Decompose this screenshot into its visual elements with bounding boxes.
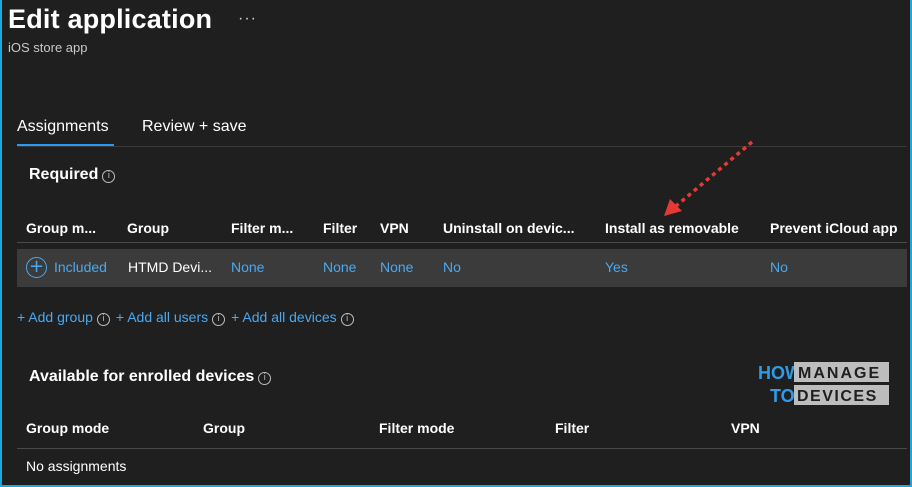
logo-text-to: TO <box>770 386 795 406</box>
cell-filter-mode[interactable]: None <box>231 259 291 275</box>
column-header-uninstall-on-device[interactable]: Uninstall on devic... <box>443 220 588 236</box>
column-header-group[interactable]: Group <box>127 220 207 236</box>
column-header-filter[interactable]: Filter <box>323 220 373 236</box>
column-header-group[interactable]: Group <box>203 420 353 436</box>
add-all-users-link[interactable]: + Add all users <box>116 309 208 325</box>
column-header-vpn[interactable]: VPN <box>731 420 881 436</box>
page-title: Edit application <box>8 4 213 34</box>
cell-group-mode[interactable]: Included <box>54 259 120 275</box>
add-all-devices-link[interactable]: + Add all devices <box>231 309 336 325</box>
cell-uninstall[interactable]: No <box>443 259 493 275</box>
cell-install-removable[interactable]: Yes <box>605 259 655 275</box>
info-icon[interactable]: i <box>102 170 116 183</box>
column-header-filter-mode[interactable]: Filter mode <box>379 420 529 436</box>
info-icon[interactable]: i <box>258 372 272 385</box>
available-section-title: Available for enrolled devices i <box>29 368 272 386</box>
column-header-filter-mode[interactable]: Filter m... <box>231 220 311 236</box>
cell-prevent-icloud[interactable]: No <box>770 259 820 275</box>
column-header-install-as-removable[interactable]: Install as removable <box>605 220 755 236</box>
available-title-text: Available for enrolled devices <box>29 368 255 385</box>
plus-circle-icon: + <box>26 257 47 278</box>
tab-review-save[interactable]: Review + save <box>142 118 247 136</box>
table-row[interactable]: + Included HTMD Devi... None None None N… <box>17 249 907 287</box>
cell-group: HTMD Devi... <box>128 259 212 275</box>
cell-vpn[interactable]: None <box>380 259 430 275</box>
ellipsis-icon[interactable]: ··· <box>238 10 257 28</box>
logo-text-manage: MANAGE <box>798 365 881 382</box>
required-section-title: Required i <box>29 166 116 184</box>
arrow-line <box>674 140 754 208</box>
column-header-group-mode[interactable]: Group mode <box>26 420 176 436</box>
how-to-manage-devices-logo: HOW MANAGE TO DEVICES <box>758 362 889 406</box>
logo-text-devices: DEVICES <box>797 388 878 405</box>
add-group-link[interactable]: + Add group <box>17 309 93 325</box>
annotation-arrow <box>664 140 754 216</box>
arrow-head <box>664 199 682 216</box>
header-divider <box>17 448 907 449</box>
header-divider <box>17 242 907 243</box>
empty-state-text: No assignments <box>26 458 127 474</box>
info-icon[interactable]: i <box>212 313 226 326</box>
screenshot-frame <box>0 0 912 487</box>
column-header-prevent-icloud[interactable]: Prevent iCloud app <box>770 220 907 236</box>
column-header-vpn[interactable]: VPN <box>380 220 430 236</box>
info-icon[interactable]: i <box>96 313 110 326</box>
tab-divider <box>17 146 907 147</box>
tab-assignments[interactable]: Assignments <box>17 118 109 136</box>
column-header-filter[interactable]: Filter <box>555 420 705 436</box>
page-subtitle: iOS store app <box>8 40 88 55</box>
cell-filter[interactable]: None <box>323 259 373 275</box>
required-title-text: Required <box>29 166 99 183</box>
required-actions: + Add group i + Add all users i + Add all de… <box>17 309 360 326</box>
info-icon[interactable]: i <box>340 313 354 326</box>
column-header-group-mode[interactable]: Group m... <box>26 220 110 236</box>
